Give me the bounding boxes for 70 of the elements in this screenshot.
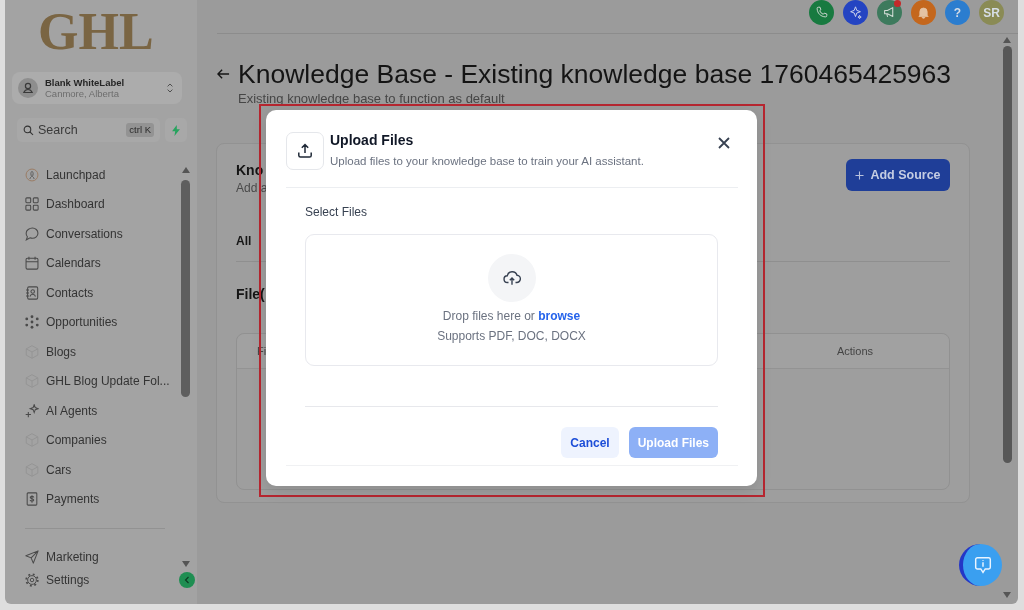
- sparkle-button[interactable]: [843, 0, 868, 25]
- logo: GHL: [38, 6, 154, 58]
- bell-icon: [917, 6, 930, 19]
- nav-item[interactable]: Blogs: [17, 337, 177, 367]
- drop-instructions: Drop files here or browse: [442, 309, 581, 324]
- sparkle-icon: [849, 6, 862, 19]
- sparkle-icon: [25, 403, 39, 418]
- dialog-subtitle: Upload files to your knowledge base to train your AI assistant.: [330, 154, 644, 169]
- grid-icon: [25, 197, 39, 212]
- tab[interactable]: All: [236, 231, 252, 251]
- close-icon: [718, 137, 730, 149]
- nav-item[interactable]: Marketing: [17, 545, 177, 568]
- scrollbar-thumb[interactable]: [181, 180, 190, 397]
- nav-item[interactable]: Conversations: [17, 219, 177, 249]
- nav-item[interactable]: Payments: [17, 484, 177, 514]
- phone-button[interactable]: [809, 0, 834, 25]
- phone-icon: [815, 6, 828, 19]
- page-title: Knowledge Base - Existing knowledge base 1760465425963: [238, 59, 952, 89]
- nav-item[interactable]: Cars: [17, 455, 177, 485]
- chevron-up-down-icon: [166, 82, 174, 94]
- lightning-icon: [172, 124, 180, 136]
- account-switcher[interactable]: Blank WhiteLabel Canmore, Alberta: [12, 72, 182, 104]
- bell-button[interactable]: [911, 0, 936, 25]
- upload-icon: [286, 132, 324, 170]
- search-icon: [23, 124, 34, 136]
- add-source-button[interactable]: Add Source: [846, 159, 950, 191]
- nav-item[interactable]: Dashboard: [17, 189, 177, 219]
- nav-item[interactable]: Contacts: [17, 278, 177, 308]
- plus-icon: [855, 170, 865, 180]
- table-header-cell-text: Actions: [835, 345, 875, 357]
- field-label: Select Files: [305, 205, 368, 220]
- address-book-icon: [25, 285, 39, 300]
- chat-bubble-icon: [25, 226, 39, 241]
- receipt-icon: [25, 492, 39, 507]
- paper-plane-icon: [25, 549, 39, 564]
- close-button[interactable]: [718, 137, 730, 149]
- gear-icon: [25, 572, 39, 587]
- megaphone-button[interactable]: [877, 0, 902, 25]
- nav-item[interactable]: AI Agents: [17, 396, 177, 426]
- chevron-left-icon: [184, 576, 190, 584]
- drop-zone[interactable]: Drop files here or browse Supports PDF, DOC, DOCX: [305, 234, 718, 366]
- cloud-upload-icon: [487, 254, 536, 302]
- dialog-title: Upload Files: [330, 132, 414, 149]
- scrollbar-thumb[interactable]: [1002, 46, 1012, 463]
- browse-link[interactable]: browse: [538, 309, 581, 323]
- help-button[interactable]: ?: [945, 0, 970, 25]
- file-type-hint: Supports PDF, DOC, DOCX: [437, 329, 586, 344]
- nav-item[interactable]: Companies: [17, 425, 177, 455]
- megaphone-icon: [883, 6, 896, 19]
- chat-info-icon: [973, 556, 992, 574]
- back-button[interactable]: [217, 68, 230, 80]
- user-avatar-icon: [18, 78, 38, 98]
- calendar-icon: [25, 256, 39, 271]
- scroll-up-icon[interactable]: [181, 167, 190, 173]
- nav-item[interactable]: GHL Blog Update Fol...: [17, 366, 177, 396]
- cancel-button[interactable]: Cancel: [561, 427, 619, 458]
- scroll-up-icon[interactable]: [1003, 37, 1011, 43]
- scroll-down-icon[interactable]: [1003, 592, 1011, 598]
- nav-item[interactable]: Launchpad: [17, 160, 177, 190]
- rocket-icon: [25, 167, 39, 182]
- nav-item[interactable]: Settings: [17, 568, 177, 591]
- nav-item[interactable]: Opportunities: [17, 307, 177, 337]
- shortcut-key: ctrl K: [126, 123, 154, 137]
- scroll-down-icon[interactable]: [181, 561, 190, 567]
- page-subtitle: Existing knowledge base to function as default: [238, 91, 506, 107]
- user-avatar[interactable]: SR: [979, 0, 1004, 25]
- dots-icon: [25, 315, 39, 330]
- collapse-button[interactable]: [179, 572, 195, 588]
- arrow-left-icon: [217, 68, 230, 80]
- nav-item[interactable]: Calendars: [17, 248, 177, 278]
